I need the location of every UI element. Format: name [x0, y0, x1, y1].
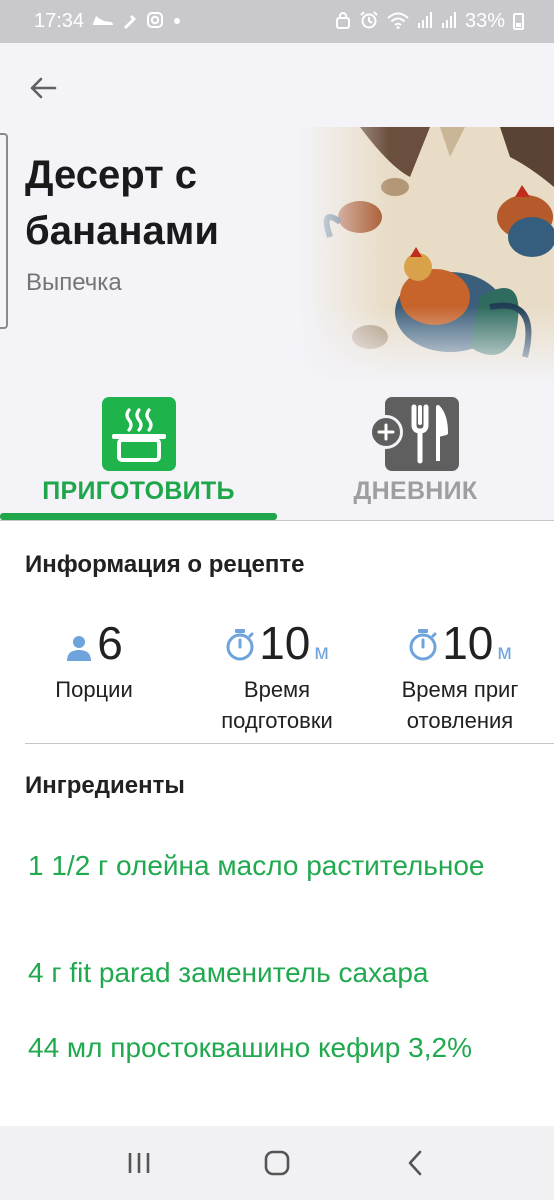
- status-time: 17:34: [34, 10, 85, 32]
- tab-cook[interactable]: ПРИГОТОВИТЬ: [0, 397, 277, 521]
- system-nav-bar: [0, 1126, 554, 1200]
- recipe-photo[interactable]: [300, 127, 554, 383]
- prep-time-info: 10 м Время подготовки: [187, 618, 367, 736]
- cook-time-value: 10: [442, 617, 494, 669]
- shoe-icon: [92, 12, 114, 32]
- info-section-title: Информация о рецепте: [25, 551, 305, 578]
- plus-icon: [368, 415, 403, 449]
- recents-icon: [128, 1153, 150, 1173]
- cooking-pot-icon: [101, 397, 176, 471]
- battery-icon: [513, 13, 524, 30]
- tab-diary[interactable]: ДНЕВНИК: [277, 397, 554, 521]
- recipe-title: Десерт с бананами: [25, 153, 219, 253]
- signal-icon: [441, 11, 457, 33]
- status-bar: 17:34 33%: [0, 0, 554, 43]
- side-handle[interactable]: [0, 133, 8, 329]
- nav-back-button[interactable]: [385, 1133, 445, 1193]
- wifi-icon: [387, 11, 409, 33]
- instagram-icon: [146, 11, 164, 33]
- status-left: 17:34: [34, 10, 182, 33]
- status-right: 33%: [335, 10, 524, 33]
- servings-info: 6 Порции: [4, 618, 184, 705]
- tab-cook-label: ПРИГОТОВИТЬ: [42, 477, 235, 505]
- active-tab-indicator: [0, 513, 277, 520]
- person-icon: [67, 636, 92, 661]
- divider: [0, 520, 554, 521]
- dot-icon: [172, 14, 182, 30]
- servings-value: 6: [97, 617, 123, 669]
- battery-percent: 33%: [464, 10, 505, 32]
- tab-diary-label: ДНЕВНИК: [353, 477, 478, 505]
- ingredient-item[interactable]: 4 г fit parad заменитель сахара: [28, 950, 508, 996]
- recents-button[interactable]: [109, 1133, 169, 1193]
- recipe-header: Десерт с бананами Выпечка ПРИГОТОВИТЬ ДН…: [0, 43, 554, 520]
- alarm-icon: [359, 10, 379, 33]
- servings-label: Порции: [55, 677, 133, 702]
- cook-time-label: Время приг отовления: [401, 677, 519, 733]
- back-button[interactable]: [22, 67, 64, 109]
- ingredients-section-title: Ингредиенты: [25, 772, 185, 799]
- home-icon: [264, 1150, 290, 1176]
- recipe-category: Выпечка: [26, 269, 122, 296]
- add-cutlery-icon: [368, 397, 459, 471]
- arrow-left-icon: [30, 77, 57, 99]
- dropper-icon: [122, 11, 138, 33]
- ingredient-item[interactable]: 1 1/2 г олейна масло растительное: [28, 843, 508, 889]
- divider: [25, 743, 554, 744]
- prep-time-unit: м: [314, 641, 329, 664]
- stopwatch-icon: [226, 629, 254, 661]
- signal-icon: [417, 11, 433, 33]
- ingredient-item[interactable]: 44 мл простоквашино кефир 3,2%: [28, 1025, 508, 1071]
- prep-time-value: 10: [259, 617, 311, 669]
- cook-time-info: 10 м Время приг отовления: [370, 618, 550, 736]
- lock-icon: [335, 11, 351, 33]
- stopwatch-icon: [409, 629, 437, 661]
- prep-time-label: Время подготовки: [221, 677, 333, 733]
- back-icon: [408, 1150, 422, 1176]
- home-button[interactable]: [247, 1133, 307, 1193]
- cook-time-unit: м: [497, 641, 512, 664]
